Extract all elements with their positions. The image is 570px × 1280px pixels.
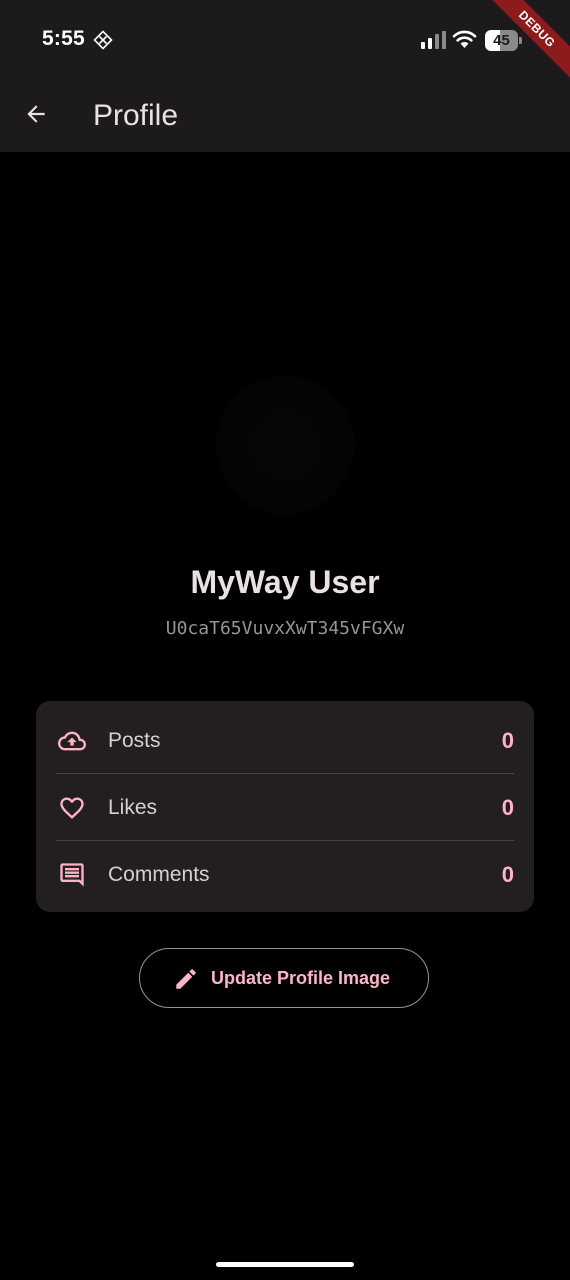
user-display-name: MyWay User bbox=[190, 564, 380, 600]
battery-percent: 45 bbox=[493, 32, 510, 49]
wifi-icon bbox=[452, 29, 477, 49]
pencil-icon bbox=[173, 966, 199, 992]
cloud-upload-icon bbox=[56, 727, 88, 755]
battery-indicator: 45 bbox=[485, 30, 523, 51]
cellular-signal-icon bbox=[421, 31, 447, 49]
stat-value: 0 bbox=[501, 862, 514, 887]
update-profile-image-button[interactable]: Update Profile Image bbox=[139, 948, 429, 1008]
profile-screen: 5:55 45 DEBUG Profile MyWay User U0caT65… bbox=[0, 0, 570, 1280]
page-title: Profile bbox=[93, 99, 179, 132]
heart-icon bbox=[56, 794, 88, 822]
user-id: U0caT65VuvxXwT345vFGXw bbox=[165, 618, 405, 639]
comment-icon bbox=[56, 861, 88, 889]
battery-cap bbox=[519, 37, 522, 44]
stat-value: 0 bbox=[501, 795, 514, 820]
stat-label: Posts bbox=[108, 729, 161, 752]
stat-row-likes: Likes 0 bbox=[36, 774, 534, 841]
status-time: 5:55 bbox=[42, 27, 85, 50]
profile-avatar[interactable] bbox=[215, 375, 355, 515]
stat-label: Comments bbox=[108, 863, 210, 886]
stat-row-posts: Posts 0 bbox=[36, 707, 534, 774]
grid-diamond-icon bbox=[93, 30, 113, 50]
back-button[interactable] bbox=[14, 94, 58, 138]
home-indicator[interactable] bbox=[216, 1262, 354, 1267]
arrow-back-icon bbox=[23, 101, 49, 132]
stats-card: Posts 0 Likes 0 Comments 0 bbox=[36, 701, 534, 912]
update-profile-image-label: Update Profile Image bbox=[211, 968, 391, 988]
stat-value: 0 bbox=[501, 728, 514, 753]
stat-row-comments: Comments 0 bbox=[36, 841, 534, 908]
status-bar: 5:55 45 bbox=[0, 0, 570, 80]
app-bar: Profile bbox=[0, 80, 570, 152]
stat-label: Likes bbox=[108, 796, 158, 819]
battery-body: 45 bbox=[485, 30, 518, 51]
